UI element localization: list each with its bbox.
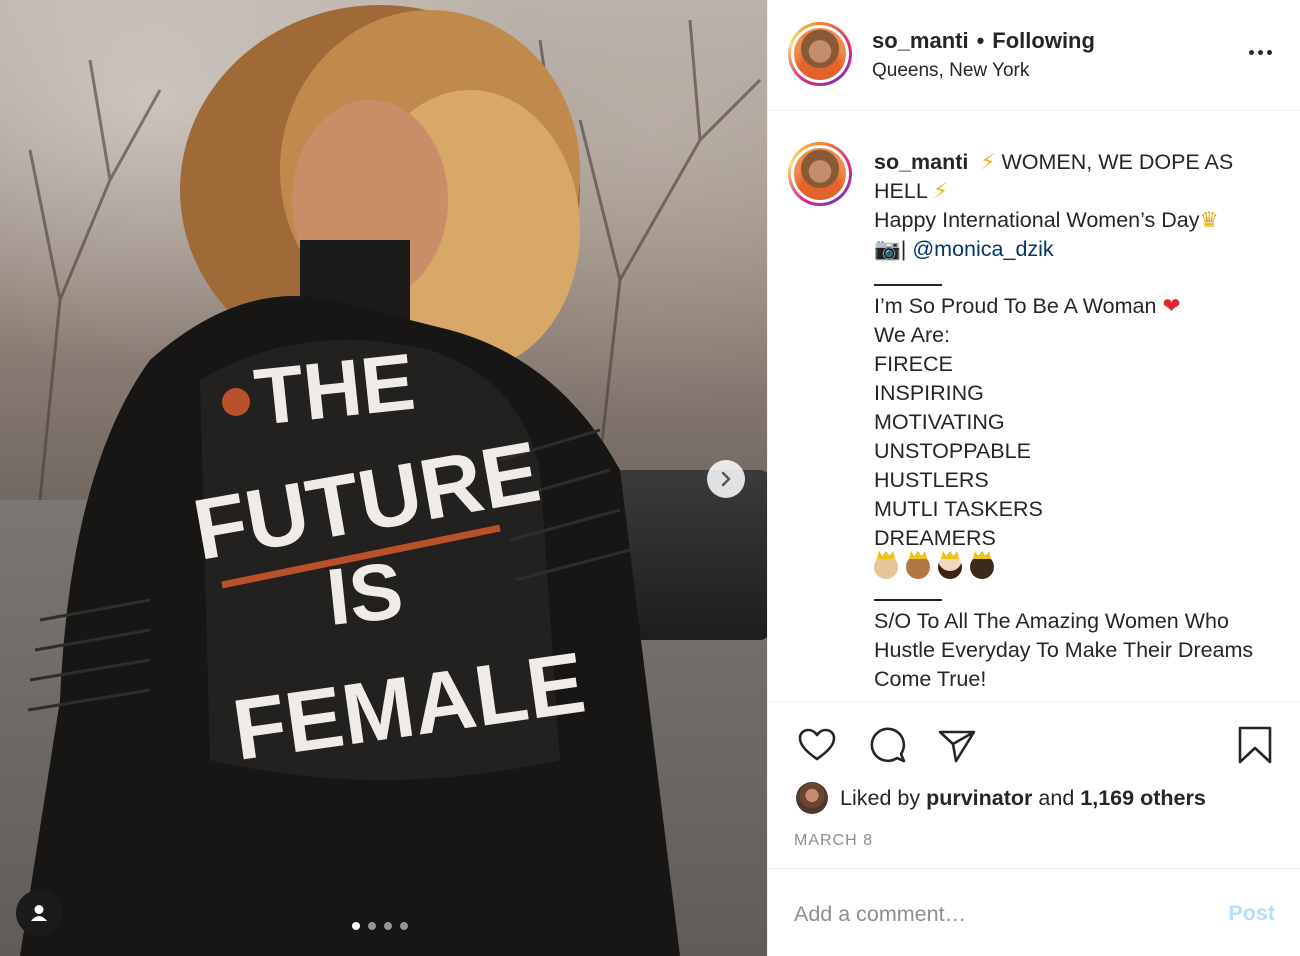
likes-count-link[interactable]: 1,169 others [1080,786,1205,811]
chevron-right-icon [721,471,731,487]
caption-section: so_manti ⚡ WOMEN, WE DOPE AS HELL ⚡ Happ… [768,112,1300,702]
queen-icon [874,555,898,579]
caption-trait: INSPIRING [874,381,984,405]
caption-line: Come True! [874,667,987,691]
mention-link[interactable]: @monica_dzik [912,237,1053,261]
caption-text: so_manti ⚡ WOMEN, WE DOPE AS HELL ⚡ Happ… [874,148,1294,694]
likes-joiner: and [1038,785,1075,810]
carousel-dot [400,922,408,930]
queen-icon [970,555,994,579]
comment-button[interactable] [866,724,908,766]
caption-line: Happy International Women’s Day [874,208,1200,232]
comment-bar: Post [768,868,1300,956]
carousel-dot [384,922,392,930]
comment-input[interactable] [794,897,1194,931]
separator-dot: • [976,28,985,53]
carousel-next-button[interactable] [707,460,745,498]
carousel-indicator [352,922,408,930]
caption-line: WOMEN, WE DOPE AS [1001,150,1234,174]
queen-icon [938,555,962,579]
post-comment-button[interactable]: Post [1228,901,1275,926]
more-options-button[interactable] [1245,40,1275,64]
photo-subject: THE FUTURE IS FEMALE [20,5,762,956]
caption-divider [874,284,942,286]
avatar-image [794,28,846,80]
location-link[interactable]: Queens, New York [872,60,1029,82]
avatar[interactable] [788,22,852,86]
jacket-word-the: THE [250,337,418,442]
caption-trait: FIRECE [874,352,953,376]
likes-summary: Liked by purvinator and 1,169 others [796,782,1212,814]
more-icon [1248,49,1254,55]
caption-trait: MOTIVATING [874,410,1005,434]
caption-line: S/O To All The Amazing Women Who [874,609,1229,633]
post-date[interactable]: MARCH 8 [794,832,873,850]
username-link[interactable]: so_manti [872,28,969,53]
caption-trait: HUSTLERS [874,468,989,492]
caption-line: HELL [874,179,927,203]
caption-line: I’m So Proud To Be A Woman [874,294,1157,318]
follow-status-button[interactable]: Following [992,28,1095,53]
caption-line: We Are: [874,323,951,347]
carousel-dot [352,922,360,930]
comment-icon [870,727,906,763]
caption-avatar[interactable] [788,142,852,206]
camera-icon: 📷 [874,237,901,262]
save-button[interactable] [1234,724,1276,766]
caption-username-link[interactable]: so_manti [874,150,968,174]
caption-trait: DREAMERS [874,526,996,550]
user-tag-icon [31,905,47,921]
post-side-panel: so_manti • Following Queens, New York so_m… [767,0,1300,956]
avatar-image [794,148,846,200]
queen-emoji-row [874,555,994,579]
heart-emoji-icon: ❤ [1162,294,1181,319]
header-user-line: so_manti • Following [872,28,1095,54]
liker-avatar[interactable] [796,782,828,814]
send-icon [938,730,976,763]
bookmark-icon [1238,726,1272,764]
heart-icon [798,728,836,761]
share-button[interactable] [936,724,978,766]
queen-icon [906,555,930,579]
user-tags-button[interactable] [16,890,62,936]
lightning-icon: ⚡ [980,150,996,175]
liker-username-link[interactable]: purvinator [926,786,1032,811]
lightning-icon: ⚡ [932,179,949,204]
caption-divider [874,599,942,601]
caption-trait: MUTLI TASKERS [874,497,1043,521]
post-photo[interactable]: THE FUTURE IS FEMALE [0,0,767,956]
carousel-dot [368,922,376,930]
caption-trait: UNSTOPPABLE [874,439,1031,463]
caption-separator: | [900,237,907,261]
action-bar [768,720,1300,770]
crown-icon: ♛ [1199,208,1219,233]
caption-line: Hustle Everyday To Make Their Dreams [874,638,1254,662]
like-button[interactable] [796,724,838,766]
likes-prefix: Liked by [840,785,921,810]
post-header: so_manti • Following Queens, New York [768,0,1300,111]
jacket-word-is: IS [322,545,406,641]
